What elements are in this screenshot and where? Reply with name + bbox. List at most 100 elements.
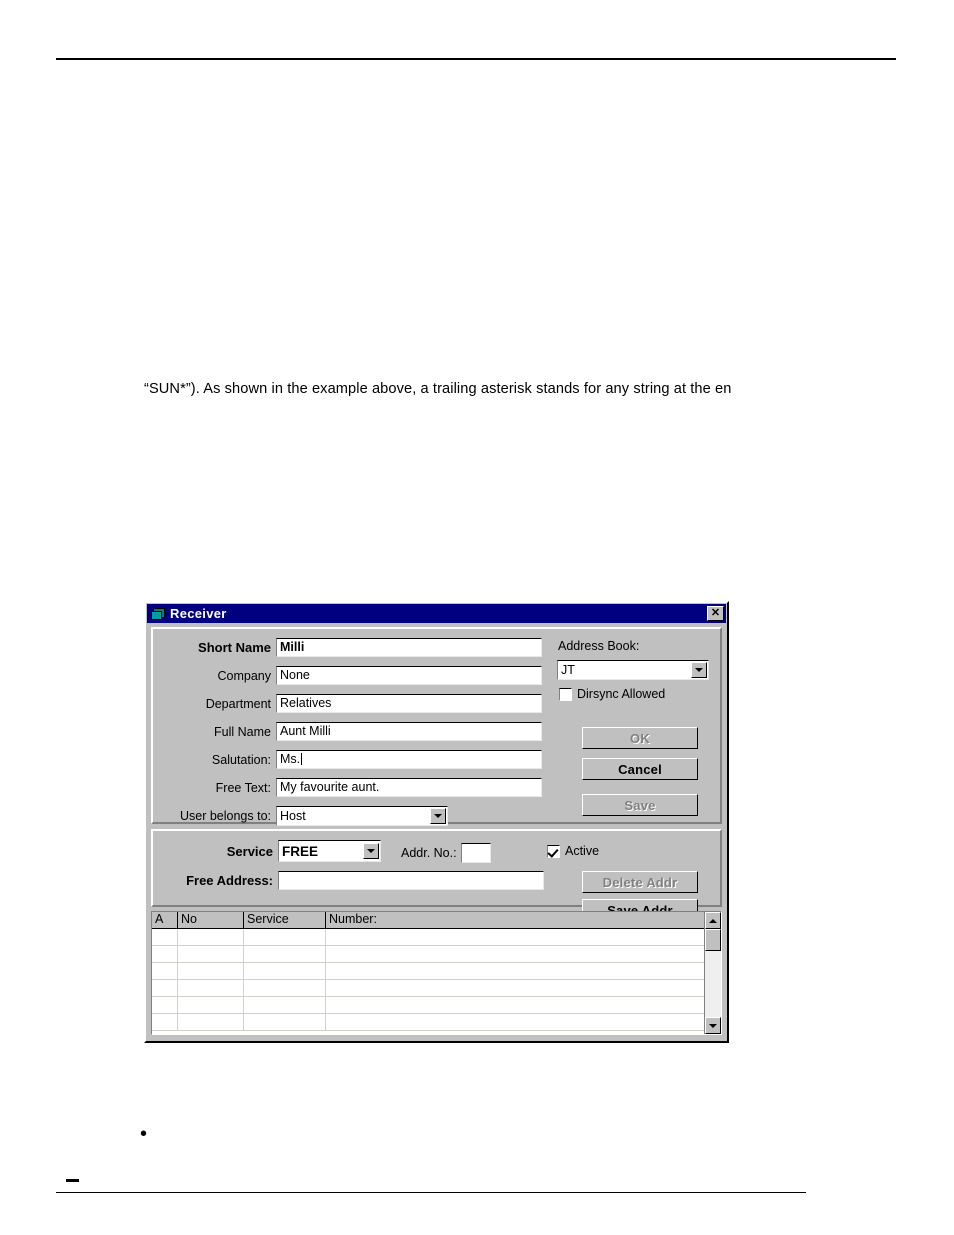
table-cell[interactable] — [244, 929, 326, 945]
salutation-value: Ms. — [280, 752, 301, 766]
salutation-label: Salutation: — [211, 752, 271, 767]
table-cell[interactable] — [244, 946, 326, 962]
table-cell[interactable] — [178, 980, 244, 996]
field-row-company: Company None — [163, 666, 542, 685]
free-text-input[interactable]: My favourite aunt. — [276, 778, 542, 797]
ok-button[interactable]: OK — [582, 727, 698, 749]
table-cell[interactable] — [178, 997, 244, 1013]
close-icon[interactable]: ✕ — [707, 606, 724, 621]
dialog-titlebar[interactable]: Receiver ✕ — [147, 604, 726, 623]
table-cell[interactable] — [244, 963, 326, 979]
department-label: Department — [205, 696, 271, 711]
address-book-label: Address Book: — [558, 639, 640, 653]
text-cursor — [301, 753, 303, 765]
service-label: Service — [226, 843, 273, 859]
short-name-input[interactable]: Milli — [276, 638, 542, 657]
table-cell[interactable] — [178, 929, 244, 945]
checkbox-icon[interactable] — [559, 687, 572, 701]
contact-details-panel: Short Name Milli Company None Department… — [151, 627, 722, 826]
scrollbar-thumb[interactable] — [705, 929, 721, 951]
free-address-input[interactable] — [278, 871, 544, 890]
grid-column-header-number[interactable]: Number: — [326, 912, 721, 928]
bullet-list-item: • — [140, 1123, 148, 1145]
user-belongs-to-label: User belongs to: — [179, 809, 271, 823]
free-address-label: Free Address: — [186, 873, 273, 888]
table-cell[interactable] — [178, 946, 244, 962]
user-belongs-to-value: Host — [280, 809, 306, 823]
table-cell[interactable] — [152, 963, 178, 979]
user-belongs-to-select[interactable]: Host — [276, 806, 448, 826]
chevron-down-icon[interactable] — [691, 662, 707, 678]
table-row[interactable] — [152, 980, 721, 997]
company-label: Company — [217, 668, 272, 683]
table-cell[interactable] — [326, 963, 721, 979]
table-cell[interactable] — [326, 997, 721, 1013]
dialog-title: Receiver — [170, 606, 227, 621]
footer-dash — [66, 1179, 79, 1182]
field-row-short-name: Short Name Milli — [163, 638, 542, 657]
table-cell[interactable] — [244, 997, 326, 1013]
table-cell[interactable] — [326, 929, 721, 945]
table-cell[interactable] — [326, 980, 721, 996]
chevron-down-icon[interactable] — [363, 843, 379, 859]
dirsync-allowed-label: Dirsync Allowed — [577, 687, 666, 701]
addr-no-input[interactable] — [460, 843, 491, 863]
active-label: Active — [565, 844, 600, 858]
free-address-row: Free Address: — [163, 871, 544, 890]
grid-column-header-service[interactable]: Service — [244, 912, 326, 928]
table-row[interactable] — [152, 997, 721, 1014]
active-checkbox[interactable]: Active — [547, 844, 599, 858]
table-cell[interactable] — [152, 946, 178, 962]
field-row-user-belongs-to: User belongs to: Host — [163, 806, 448, 826]
table-row[interactable] — [152, 1014, 721, 1031]
service-panel: Service FREE Addr. No.: Active Free Addr… — [151, 829, 722, 921]
cancel-button[interactable]: Cancel — [582, 758, 698, 780]
address-book-row: JT — [557, 660, 709, 680]
field-row-full-name: Full Name Aunt Milli — [163, 722, 542, 741]
table-cell[interactable] — [152, 1014, 178, 1030]
table-cell[interactable] — [152, 980, 178, 996]
address-grid: A No Service Number: — [151, 911, 722, 1035]
service-select[interactable]: FREE — [278, 840, 381, 862]
table-cell[interactable] — [326, 946, 721, 962]
department-input[interactable]: Relatives — [276, 694, 542, 713]
scroll-up-icon[interactable] — [705, 912, 721, 929]
field-row-free-text: Free Text: My favourite aunt. — [163, 778, 542, 797]
table-row[interactable] — [152, 963, 721, 980]
chevron-down-icon[interactable] — [430, 808, 446, 824]
scrollbar-track[interactable] — [705, 929, 721, 1017]
table-cell[interactable] — [244, 1014, 326, 1030]
delete-addr-button[interactable]: Delete Addr — [582, 871, 698, 893]
table-row[interactable] — [152, 929, 721, 946]
table-cell[interactable] — [152, 997, 178, 1013]
full-name-input[interactable]: Aunt Milli — [276, 722, 542, 741]
checkbox-icon[interactable] — [547, 844, 560, 858]
full-name-label: Full Name — [214, 724, 271, 739]
service-value: FREE — [282, 843, 319, 859]
table-cell[interactable] — [178, 963, 244, 979]
free-text-label: Free Text: — [215, 780, 271, 795]
grid-body — [152, 929, 721, 1031]
short-name-label: Short Name — [198, 640, 271, 655]
table-row[interactable] — [152, 946, 721, 963]
salutation-input[interactable]: Ms. — [276, 750, 542, 769]
field-row-salutation: Salutation: Ms. — [163, 750, 542, 769]
dirsync-allowed-checkbox[interactable]: Dirsync Allowed — [559, 687, 665, 701]
address-book-select[interactable]: JT — [557, 660, 709, 680]
scroll-down-icon[interactable] — [705, 1017, 721, 1034]
page-footer-rule — [56, 1192, 806, 1193]
service-row: Service FREE — [163, 840, 381, 862]
grid-column-header-no[interactable]: No — [178, 912, 244, 928]
address-book-label-row: Address Book: — [558, 639, 639, 653]
table-cell[interactable] — [326, 1014, 721, 1030]
table-cell[interactable] — [178, 1014, 244, 1030]
table-cell[interactable] — [244, 980, 326, 996]
company-input[interactable]: None — [276, 666, 542, 685]
grid-scrollbar[interactable] — [704, 912, 721, 1034]
grid-column-header-a[interactable]: A — [152, 912, 178, 928]
address-book-value: JT — [561, 663, 575, 677]
save-button[interactable]: Save — [582, 794, 698, 816]
table-cell[interactable] — [152, 929, 178, 945]
page-header-rule — [56, 58, 896, 60]
body-paragraph: “SUN*”). As shown in the example above, … — [144, 381, 732, 397]
